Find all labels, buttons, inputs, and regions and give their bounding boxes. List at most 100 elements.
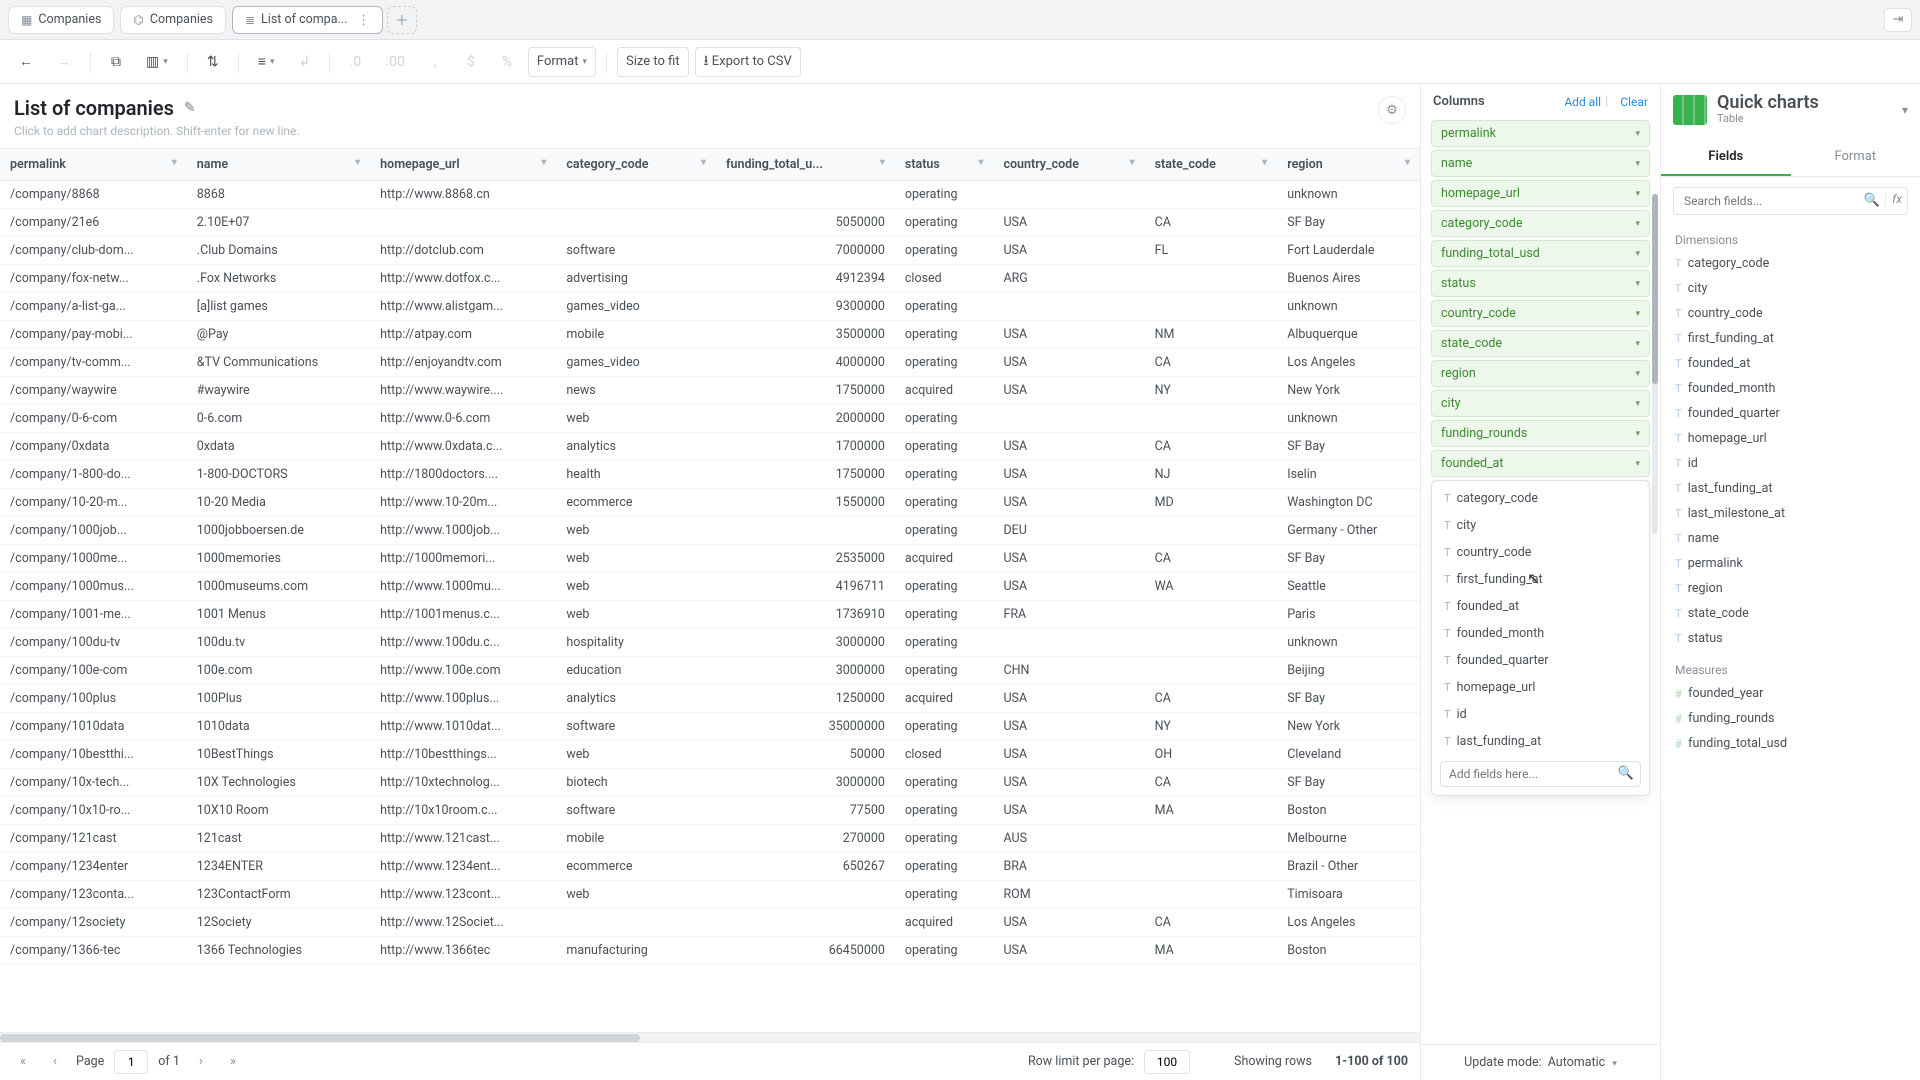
column-header[interactable]: country_code▾ — [993, 149, 1144, 181]
dimension-field[interactable]: Tstatus — [1661, 626, 1920, 651]
dropdown-field-item[interactable]: Tlast_funding_at — [1432, 728, 1649, 755]
page-input[interactable] — [114, 1050, 148, 1074]
copy-button[interactable]: ⧉ — [101, 47, 131, 77]
column-tag[interactable]: funding_rounds▾ — [1431, 420, 1650, 447]
column-menu-icon[interactable]: ▾ — [701, 157, 706, 168]
columns-scrollbar[interactable] — [1652, 194, 1658, 534]
size-to-fit-button[interactable]: Size to fit — [617, 47, 689, 77]
table-row[interactable]: /company/1000job...1000jobboersen.dehttp… — [0, 517, 1420, 545]
chevron-down-icon[interactable]: ▾ — [1635, 129, 1640, 139]
chevron-down-icon[interactable]: ▾ — [1635, 369, 1640, 379]
expand-panel-button[interactable]: ⇥ — [1884, 8, 1912, 32]
table-row[interactable]: /company/123conta...123ContactFormhttp:/… — [0, 881, 1420, 909]
table-row[interactable]: /company/1-800-do...1-800-DOCTORShttp://… — [0, 461, 1420, 489]
table-row[interactable]: /company/1000mus...1000museums.comhttp:/… — [0, 573, 1420, 601]
column-header[interactable]: funding_total_u...▾ — [716, 149, 895, 181]
table-row[interactable]: /company/waywire#waywirehttp://www.waywi… — [0, 377, 1420, 405]
column-menu-icon[interactable]: ▾ — [541, 157, 546, 168]
table-row[interactable]: /company/12society12Societyhttp://www.12… — [0, 909, 1420, 937]
table-row[interactable]: /company/121cast121casthttp://www.121cas… — [0, 825, 1420, 853]
column-tag[interactable]: region▾ — [1431, 360, 1650, 387]
column-tag[interactable]: funding_total_usd▾ — [1431, 240, 1650, 267]
chevron-down-icon[interactable]: ▾ — [1635, 399, 1640, 409]
table-row[interactable]: /company/1010data1010datahttp://www.1010… — [0, 713, 1420, 741]
table-row[interactable]: /company/1001-me...1001 Menushttp://1001… — [0, 601, 1420, 629]
table-row[interactable]: /company/1234enter1234ENTERhttp://www.12… — [0, 853, 1420, 881]
dimension-field[interactable]: Tcity — [1661, 276, 1920, 301]
column-header[interactable]: homepage_url▾ — [370, 149, 556, 181]
dropdown-field-item[interactable]: Tfirst_funding_at — [1432, 566, 1649, 593]
table-row[interactable]: /company/fox-netw....Fox Networkshttp://… — [0, 265, 1420, 293]
align-button[interactable]: ≡▾ — [249, 47, 284, 77]
dimension-field[interactable]: Tid — [1661, 451, 1920, 476]
nav-back-button[interactable]: ← — [10, 47, 42, 77]
table-row[interactable]: /company/a-list-ga...[a]list gameshttp:/… — [0, 293, 1420, 321]
horizontal-scrollbar[interactable] — [0, 1032, 1420, 1042]
column-header[interactable]: status▾ — [895, 149, 994, 181]
column-tag[interactable]: status▾ — [1431, 270, 1650, 297]
column-header[interactable]: category_code▾ — [556, 149, 716, 181]
add-tab-button[interactable]: ＋ — [387, 6, 417, 34]
tab-fields[interactable]: Fields — [1661, 139, 1791, 176]
column-header[interactable]: state_code▾ — [1145, 149, 1278, 181]
column-menu-icon[interactable]: ▾ — [355, 157, 360, 168]
column-menu-icon[interactable]: ▾ — [880, 157, 885, 168]
chevron-down-icon[interactable]: ▾ — [1635, 189, 1640, 199]
dropdown-field-item[interactable]: Tfounded_quarter — [1432, 647, 1649, 674]
column-tag[interactable]: homepage_url▾ — [1431, 180, 1650, 207]
dimension-field[interactable]: Tpermalink — [1661, 551, 1920, 576]
update-mode-dropdown[interactable]: Automatic ▾ — [1548, 1055, 1617, 1070]
workspace-tab[interactable]: ≣List of compa...⋮ — [232, 6, 383, 34]
dropdown-field-item[interactable]: Tid — [1432, 701, 1649, 728]
dimension-field[interactable]: Tcountry_code — [1661, 301, 1920, 326]
chart-type-button[interactable]: ▥▾ — [137, 47, 177, 77]
table-row[interactable]: /company/10-20-m...10-20 Mediahttp://www… — [0, 489, 1420, 517]
dimension-field[interactable]: Thomepage_url — [1661, 426, 1920, 451]
settings-gear-icon[interactable]: ⚙ — [1378, 96, 1406, 124]
dimension-field[interactable]: Tlast_milestone_at — [1661, 501, 1920, 526]
page-next-button[interactable]: › — [190, 1051, 212, 1073]
table-row[interactable]: /company/1366-tec1366 Technologieshttp:/… — [0, 937, 1420, 965]
table-row[interactable]: /company/10x-tech...10X Technologieshttp… — [0, 769, 1420, 797]
dimension-field[interactable]: Tname — [1661, 526, 1920, 551]
page-last-button[interactable]: » — [222, 1051, 244, 1073]
column-tag[interactable]: category_code▾ — [1431, 210, 1650, 237]
measure-field[interactable]: #funding_rounds — [1661, 706, 1920, 731]
dropdown-field-item[interactable]: Thomepage_url — [1432, 674, 1649, 701]
sort-button[interactable]: ⇅ — [198, 47, 228, 77]
clear-link[interactable]: Clear — [1620, 95, 1648, 109]
chevron-down-icon[interactable]: ▾ — [1635, 159, 1640, 169]
workspace-tab[interactable]: ⌬Companies — [120, 6, 226, 34]
tab-menu-icon[interactable]: ⋮ — [357, 12, 370, 28]
measure-field[interactable]: #funding_total_usd — [1661, 731, 1920, 756]
edit-title-icon[interactable]: ✎ — [184, 100, 196, 116]
page-prev-button[interactable]: ‹ — [44, 1051, 66, 1073]
table-row[interactable]: /company/88688868http://www.8868.cnopera… — [0, 181, 1420, 209]
dimension-field[interactable]: Tstate_code — [1661, 601, 1920, 626]
chevron-down-icon[interactable]: ▾ — [1635, 309, 1640, 319]
dimension-field[interactable]: Tfounded_month — [1661, 376, 1920, 401]
dropdown-field-item[interactable]: Tcity — [1432, 512, 1649, 539]
chevron-down-icon[interactable]: ▾ — [1635, 459, 1640, 469]
column-menu-icon[interactable]: ▾ — [172, 157, 177, 168]
table-row[interactable]: /company/21e62.10E+075050000operatingUSA… — [0, 209, 1420, 237]
dropdown-field-item[interactable]: Tcategory_code — [1432, 485, 1649, 512]
chevron-down-icon[interactable]: ▾ — [1635, 219, 1640, 229]
chevron-down-icon[interactable]: ▾ — [1635, 279, 1640, 289]
export-csv-button[interactable]: ⭳ Export to CSV — [695, 47, 801, 77]
dimension-field[interactable]: Tfirst_funding_at — [1661, 326, 1920, 351]
table-row[interactable]: /company/0xdata0xdatahttp://www.0xdata.c… — [0, 433, 1420, 461]
column-menu-icon[interactable]: ▾ — [1262, 157, 1267, 168]
dimension-field[interactable]: Tfounded_quarter — [1661, 401, 1920, 426]
table-row[interactable]: /company/100du-tv100du.tvhttp://www.100d… — [0, 629, 1420, 657]
panel-expand-icon[interactable]: ▾ — [1902, 103, 1908, 117]
table-row[interactable]: /company/pay-mobi...@Payhttp://atpay.com… — [0, 321, 1420, 349]
description-placeholder[interactable]: Click to add chart description. Shift-en… — [14, 124, 300, 138]
chevron-down-icon[interactable]: ▾ — [1635, 339, 1640, 349]
table-row[interactable]: /company/0-6-com0-6.comhttp://www.0-6.co… — [0, 405, 1420, 433]
dimension-field[interactable]: Tfounded_at — [1661, 351, 1920, 376]
dropdown-field-item[interactable]: Tcountry_code — [1432, 539, 1649, 566]
column-header[interactable]: name▾ — [187, 149, 370, 181]
column-tag[interactable]: permalink▾ — [1431, 120, 1650, 147]
column-tag[interactable]: country_code▾ — [1431, 300, 1650, 327]
